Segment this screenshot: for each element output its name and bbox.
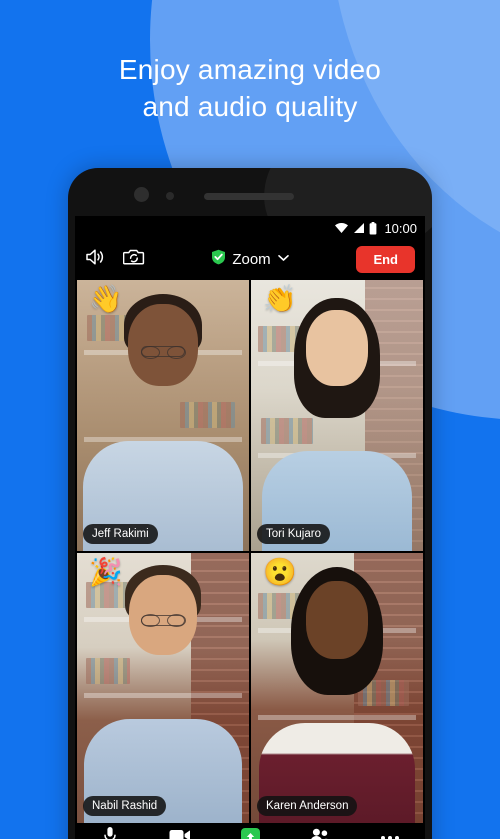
stop-video-button[interactable]: Stop Video	[145, 828, 215, 839]
headline-line-1: Enjoy amazing video	[118, 54, 382, 85]
meeting-toolbar: Zoom End	[75, 240, 425, 278]
participant-name-label: Tori Kujaro	[257, 523, 330, 544]
speaker-icon[interactable]	[85, 248, 107, 271]
phone-screen: 10:00 Zoom End 👋 Jeff Rakimi 👏 Tori Kuja…	[75, 216, 425, 839]
status-bar: 10:00	[75, 216, 425, 240]
participant-video	[251, 553, 423, 823]
promo-screenshot: Enjoy amazing video and audio quality 10…	[0, 0, 500, 839]
meeting-title: Zoom	[232, 250, 271, 268]
reaction-face-with-open-mouth-emoji: 😮	[263, 556, 297, 587]
reaction-clapping-hands-emoji: 👏	[263, 284, 297, 314]
status-bar-time: 10:00	[384, 220, 417, 236]
phone-mockup: 10:00 Zoom End 👋 Jeff Rakimi 👏 Tori Kuja…	[68, 168, 432, 839]
participant-name-label: Jeff Rakimi	[83, 523, 158, 544]
video-tile-jeff-rakimi[interactable]: 👋 Jeff Rakimi	[77, 280, 249, 551]
participants-button[interactable]: Participants	[285, 828, 355, 839]
reaction-waving-hand-emoji: 👋	[89, 284, 123, 314]
meeting-controls-bar: Mute Stop Video	[75, 823, 425, 839]
participant-video	[77, 553, 249, 823]
wifi-icon	[334, 222, 349, 234]
page-title: Enjoy amazing video and audio quality	[0, 52, 500, 126]
phone-top-bezel	[68, 168, 432, 216]
video-grid: 👋 Jeff Rakimi 👏 Tori Kujaro 🎉 Nabil Rash…	[75, 278, 425, 823]
proximity-sensor-icon	[166, 192, 174, 200]
participant-name-label: Nabil Rashid	[83, 796, 167, 816]
cellular-signal-icon	[353, 222, 365, 234]
share-content-button[interactable]: Share Content	[215, 828, 285, 839]
participants-icon	[309, 828, 331, 839]
front-camera-icon	[134, 187, 149, 202]
switch-camera-icon[interactable]	[122, 248, 145, 271]
reaction-party-popper-emoji: 🎉	[89, 556, 123, 587]
participant-video	[251, 280, 423, 551]
video-camera-icon	[169, 828, 191, 839]
mute-button[interactable]: Mute	[75, 826, 145, 839]
video-tile-tori-kujaro[interactable]: 👏 Tori Kujaro	[251, 280, 423, 551]
participant-video	[77, 280, 249, 551]
more-dots-icon	[381, 835, 399, 839]
microphone-icon	[102, 826, 118, 839]
battery-icon	[369, 221, 377, 235]
video-tile-nabil-rashid[interactable]: 🎉 Nabil Rashid	[77, 552, 249, 823]
share-screen-icon	[240, 828, 260, 839]
headline-line-2: and audio quality	[142, 90, 358, 122]
participant-name-label: Karen Anderson	[257, 796, 358, 816]
shield-check-icon	[211, 249, 226, 270]
more-button[interactable]: More	[355, 835, 425, 839]
earpiece-speaker	[204, 193, 294, 200]
video-tile-karen-anderson[interactable]: 😮 Karen Anderson	[251, 552, 423, 823]
chevron-down-icon[interactable]	[277, 253, 289, 265]
end-meeting-button[interactable]: End	[356, 245, 415, 273]
